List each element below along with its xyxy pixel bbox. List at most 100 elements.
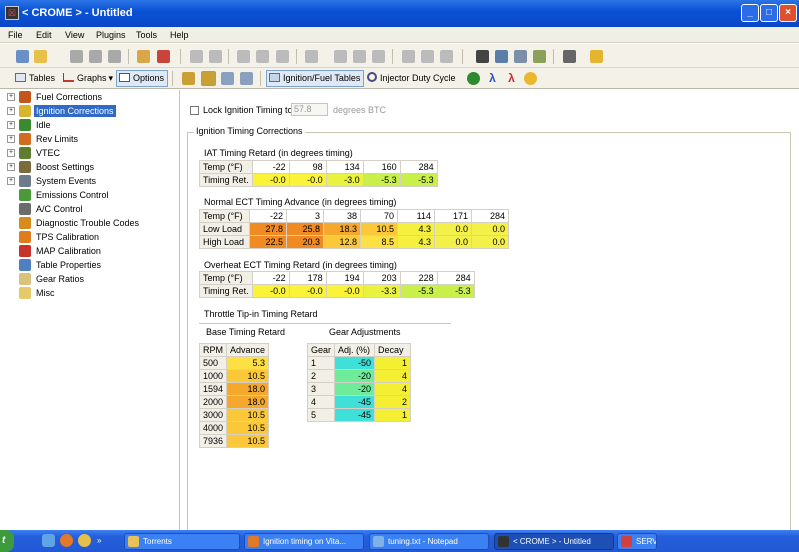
table-cell[interactable]: 98	[288, 160, 327, 174]
taskbar-button[interactable]: Torrents	[124, 533, 240, 550]
taskbar-button[interactable]: < CROME > - Untitled	[494, 533, 614, 550]
expand-toggle[interactable]: +	[7, 93, 15, 101]
table-cell[interactable]: -0.0	[288, 173, 327, 187]
advance-cell[interactable]: 10.5	[226, 408, 270, 422]
table-cell[interactable]: -0.0	[251, 173, 290, 187]
sun-icon[interactable]	[524, 72, 537, 85]
table-cell[interactable]: 284	[471, 209, 509, 223]
ignition-fuel-tables-button[interactable]: Ignition/Fuel Tables	[266, 70, 365, 87]
save-icon[interactable]	[70, 50, 83, 63]
table-cell[interactable]: -22	[251, 160, 290, 174]
tree-item[interactable]: Misc	[0, 286, 180, 300]
expand-toggle[interactable]: +	[7, 177, 15, 185]
table-cell[interactable]: 0.0	[471, 222, 509, 236]
datalog-icon[interactable]	[514, 50, 527, 63]
taskbar-button[interactable]: tuning.txt - Notepad	[369, 533, 489, 550]
map-table-2-icon[interactable]	[240, 72, 253, 85]
table-cell[interactable]: 203	[362, 271, 401, 285]
lambda-icon[interactable]: λ	[486, 72, 499, 85]
ignition-flame-icon[interactable]	[201, 71, 216, 86]
lambda-off-icon[interactable]: λ	[505, 72, 518, 85]
table-cell[interactable]: -22	[249, 209, 287, 223]
table-cell[interactable]: 38	[323, 209, 361, 223]
table-cell[interactable]: -0.0	[288, 284, 327, 298]
advance-cell[interactable]: 18.0	[226, 382, 270, 396]
tables-button[interactable]: Tables	[12, 70, 59, 87]
wideband-icon[interactable]	[467, 72, 480, 85]
tree-item[interactable]: Table Properties	[0, 258, 180, 272]
table-cell[interactable]: 0.0	[434, 235, 472, 249]
table-cell[interactable]: 20.3	[286, 235, 324, 249]
tree-item[interactable]: + Rev Limits	[0, 132, 180, 146]
media-icon[interactable]	[78, 534, 91, 547]
tree-item[interactable]: + Ignition Corrections	[0, 104, 180, 118]
menu-file[interactable]: File	[8, 30, 23, 40]
notes-icon[interactable]	[533, 50, 546, 63]
taskbar-button[interactable]: Ignition timing on Vita...	[244, 533, 364, 550]
eraser-icon[interactable]	[563, 50, 576, 63]
paste-icon[interactable]	[276, 50, 289, 63]
table-cell[interactable]: -5.3	[399, 173, 438, 187]
tree-item[interactable]: MAP Calibration	[0, 244, 180, 258]
table-cell[interactable]: 12.8	[323, 235, 361, 249]
crome-app-icon[interactable]: ☒	[5, 6, 19, 20]
adj-cell[interactable]: -20	[334, 382, 376, 396]
undo-icon[interactable]	[190, 50, 203, 63]
map-table-icon[interactable]	[221, 72, 234, 85]
expand-toggle[interactable]: +	[7, 163, 15, 171]
menu-plugins[interactable]: Plugins	[96, 30, 126, 40]
table-cell[interactable]: 3	[286, 209, 324, 223]
advance-cell[interactable]: 10.5	[226, 369, 270, 383]
menu-help[interactable]: Help	[170, 30, 189, 40]
close-button[interactable]: ×	[779, 4, 797, 22]
table-cell[interactable]: -3.0	[325, 173, 364, 187]
menu-view[interactable]: View	[65, 30, 84, 40]
table-cell[interactable]: -5.3	[436, 284, 475, 298]
table-cell[interactable]: 160	[362, 160, 401, 174]
table-cell[interactable]: 194	[325, 271, 364, 285]
table-cell[interactable]: 22.5	[249, 235, 287, 249]
move-up-icon[interactable]	[334, 50, 347, 63]
graphs-button[interactable]: Graphs ▾	[60, 70, 117, 87]
show-desktop-icon[interactable]	[42, 534, 55, 547]
bookmark-icon[interactable]	[157, 50, 170, 63]
advance-cell[interactable]: 18.0	[226, 395, 270, 409]
save-all-icon[interactable]	[89, 50, 102, 63]
table-cell[interactable]: 10.5	[360, 222, 398, 236]
adj-cell[interactable]: -20	[334, 369, 376, 383]
menu-tools[interactable]: Tools	[136, 30, 157, 40]
expand-toggle[interactable]: +	[7, 135, 15, 143]
table-cell[interactable]: -5.3	[362, 173, 401, 187]
table-cell[interactable]: 18.3	[323, 222, 361, 236]
tree-item[interactable]: + Boost Settings	[0, 160, 180, 174]
plugin-icon[interactable]	[590, 50, 603, 63]
fill-icon[interactable]	[421, 50, 434, 63]
quick-launch-more-icon[interactable]: »	[97, 536, 101, 545]
taskbar-button[interactable]: SERVER	[617, 533, 657, 550]
tree-item[interactable]: + Fuel Corrections	[0, 90, 180, 104]
table-cell[interactable]: 25.8	[286, 222, 324, 236]
stop-icon[interactable]	[440, 50, 453, 63]
redo-icon[interactable]	[209, 50, 222, 63]
table-cell[interactable]: -3.3	[362, 284, 401, 298]
decay-cell[interactable]: 4	[374, 382, 412, 396]
table-cell[interactable]: -0.0	[251, 284, 290, 298]
table-cell[interactable]: -22	[251, 271, 290, 285]
decay-cell[interactable]: 4	[374, 369, 412, 383]
adj-cell[interactable]: -45	[334, 395, 376, 409]
expand-toggle[interactable]: +	[7, 107, 15, 115]
menu-edit[interactable]: Edit	[36, 30, 52, 40]
table-cell[interactable]: 0.0	[434, 222, 472, 236]
table-cell[interactable]: -5.3	[399, 284, 438, 298]
decay-cell[interactable]: 1	[374, 356, 412, 370]
table-cell[interactable]: -0.0	[325, 284, 364, 298]
lock-ignition-checkbox[interactable]	[190, 106, 199, 115]
curve-icon[interactable]	[402, 50, 415, 63]
advance-cell[interactable]: 10.5	[226, 421, 270, 435]
tree-item[interactable]: A/C Control	[0, 202, 180, 216]
table-cell[interactable]: 4.3	[397, 222, 435, 236]
table-cell[interactable]: 8.5	[360, 235, 398, 249]
copy-icon[interactable]	[256, 50, 269, 63]
table-cell[interactable]: 284	[399, 160, 438, 174]
advance-cell[interactable]: 10.5	[226, 434, 270, 448]
